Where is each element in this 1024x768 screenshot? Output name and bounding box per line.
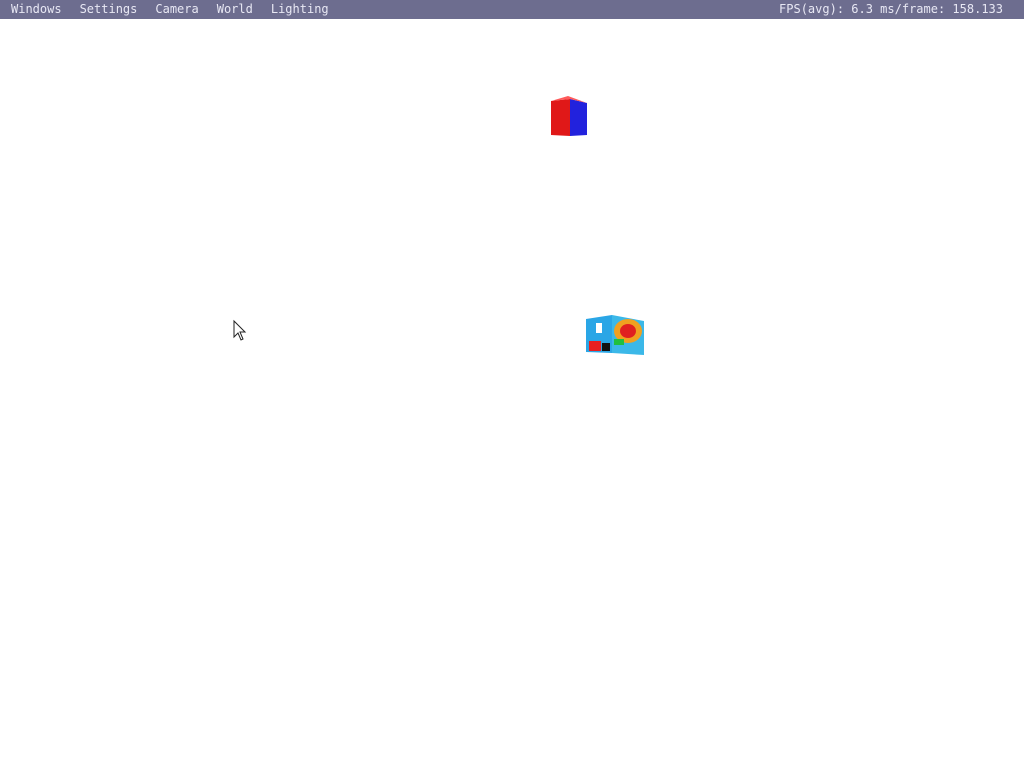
menu-windows[interactable]: Windows	[0, 0, 69, 19]
fps-readout: FPS(avg): 6.3 ms/frame: 158.133	[779, 2, 1003, 16]
menu-settings[interactable]: Settings	[69, 0, 145, 19]
menu-camera[interactable]: Camera	[144, 0, 205, 19]
scene-canvas[interactable]	[0, 19, 1024, 768]
menu-bar: Windows Settings Camera World Lighting F…	[0, 0, 1024, 19]
menu-world[interactable]: World	[206, 0, 260, 19]
3d-viewport[interactable]	[0, 19, 1024, 768]
mouse-pointer-icon	[233, 319, 247, 341]
cube-object	[551, 96, 587, 136]
textured-box-object	[586, 315, 644, 355]
menu-lighting[interactable]: Lighting	[260, 0, 336, 19]
